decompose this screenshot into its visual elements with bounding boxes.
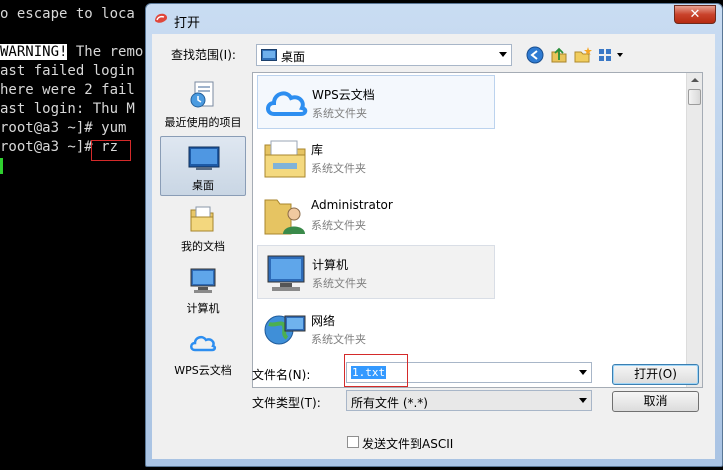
place-label: 最近使用的项目 <box>164 116 242 129</box>
place-computer[interactable]: 计算机 <box>160 260 246 320</box>
place-label: WPS云文档 <box>174 364 232 377</box>
place-desktop[interactable]: 桌面 <box>160 136 246 196</box>
dialog-client: 查找范围(I): 桌面 最近使用的项目 桌面 我的文档 计算机 WPS云文档 W… <box>152 34 715 459</box>
list-item[interactable]: 网络 系统文件夹 <box>257 302 495 356</box>
terminal-line: o escape to loca <box>0 6 135 22</box>
open-button[interactable]: 打开(O) <box>612 364 699 385</box>
network-icon <box>264 315 306 345</box>
file-type: 系统文件夹 <box>311 333 366 346</box>
computer-icon <box>190 268 216 293</box>
file-name: 网络 <box>311 314 336 328</box>
file-name: 库 <box>311 143 324 157</box>
terminal-line: root@a3 ~]# yum <box>0 120 127 136</box>
file-name: Administrator <box>311 198 393 212</box>
up-folder-icon[interactable] <box>549 46 569 64</box>
scroll-up-icon[interactable] <box>691 78 699 82</box>
file-name: 计算机 <box>312 258 349 272</box>
file-type-label: 文件类型(T): <box>252 396 321 410</box>
file-type: 系统文件夹 <box>311 162 366 175</box>
list-item[interactable]: Administrator 系统文件夹 <box>257 188 495 242</box>
annotation-box <box>344 354 408 387</box>
terminal-line: WARNING! The remo <box>0 43 143 62</box>
desktop-icon <box>188 146 220 170</box>
chevron-down-icon[interactable] <box>579 370 587 375</box>
close-button[interactable]: ✕ <box>674 5 716 24</box>
app-icon <box>155 13 168 23</box>
file-type-value: 所有文件 (*.*) <box>351 396 428 410</box>
view-menu-icon[interactable] <box>597 46 627 64</box>
list-item[interactable]: 计算机 系统文件夹 <box>257 245 495 299</box>
computer-icon <box>267 255 305 291</box>
terminal-line: ast login: Thu M <box>0 101 135 117</box>
documents-icon <box>190 206 214 232</box>
file-type: 系统文件夹 <box>311 219 366 232</box>
file-list-scrollbar[interactable] <box>686 73 702 387</box>
list-item[interactable]: 库 系统文件夹 <box>257 131 495 185</box>
file-type: 系统文件夹 <box>312 277 367 290</box>
dialog-titlebar[interactable]: 打开 ✕ <box>146 4 722 34</box>
place-label: 计算机 <box>186 302 220 315</box>
dialog-title: 打开 <box>174 16 201 31</box>
user-folder-icon <box>264 199 305 235</box>
wps-cloud-icon <box>266 91 308 116</box>
places-bar: 最近使用的项目 桌面 我的文档 计算机 WPS云文档 <box>154 72 250 392</box>
ascii-checkbox[interactable] <box>347 436 359 448</box>
place-label: 桌面 <box>192 179 214 192</box>
cancel-button[interactable]: 取消 <box>612 391 699 412</box>
place-label: 我的文档 <box>181 240 225 253</box>
look-in-dropdown[interactable]: 桌面 <box>256 44 512 66</box>
file-name: WPS云文档 <box>312 88 375 102</box>
terminal-warning: WARNING! <box>0 44 68 60</box>
terminal-cursor <box>0 158 3 174</box>
library-folder-icon <box>264 140 306 178</box>
look-in-label: 查找范围(I): <box>171 48 236 62</box>
file-type-dropdown[interactable]: 所有文件 (*.*) <box>346 390 592 411</box>
wps-cloud-icon <box>190 335 217 352</box>
back-icon[interactable] <box>525 46 545 64</box>
file-type: 系统文件夹 <box>312 107 367 120</box>
place-documents[interactable]: 我的文档 <box>160 198 246 258</box>
open-file-dialog: 打开 ✕ 查找范围(I): 桌面 最近使用的项目 桌面 我的文档 计算机 WPS… <box>145 3 723 467</box>
place-wps-cloud[interactable]: WPS云文档 <box>160 322 246 382</box>
terminal-line: ast failed login <box>0 63 135 79</box>
look-in-value: 桌面 <box>281 50 306 64</box>
new-folder-icon[interactable] <box>573 46 593 64</box>
terminal-line-rest: The remo <box>67 44 144 60</box>
place-recent-items[interactable]: 最近使用的项目 <box>160 74 246 134</box>
recent-items-icon <box>190 81 214 108</box>
file-list: WPS云文档 系统文件夹 库 系统文件夹 Administrator 系统文件夹… <box>252 72 703 388</box>
file-name-label: 文件名(N): <box>252 368 311 382</box>
chevron-down-icon <box>499 52 507 57</box>
terminal-window: o escape to loca WARNING! The remo ast f… <box>0 0 160 470</box>
terminal-line: here were 2 fail <box>0 82 135 98</box>
scroll-thumb[interactable] <box>688 89 701 105</box>
close-icon: ✕ <box>689 7 701 22</box>
ascii-checkbox-label[interactable]: 发送文件到ASCII <box>362 435 453 452</box>
list-item[interactable]: WPS云文档 系统文件夹 <box>257 75 495 129</box>
terminal-annotation-box <box>91 140 131 161</box>
chevron-down-icon <box>579 398 587 403</box>
desktop-icon <box>261 49 277 61</box>
